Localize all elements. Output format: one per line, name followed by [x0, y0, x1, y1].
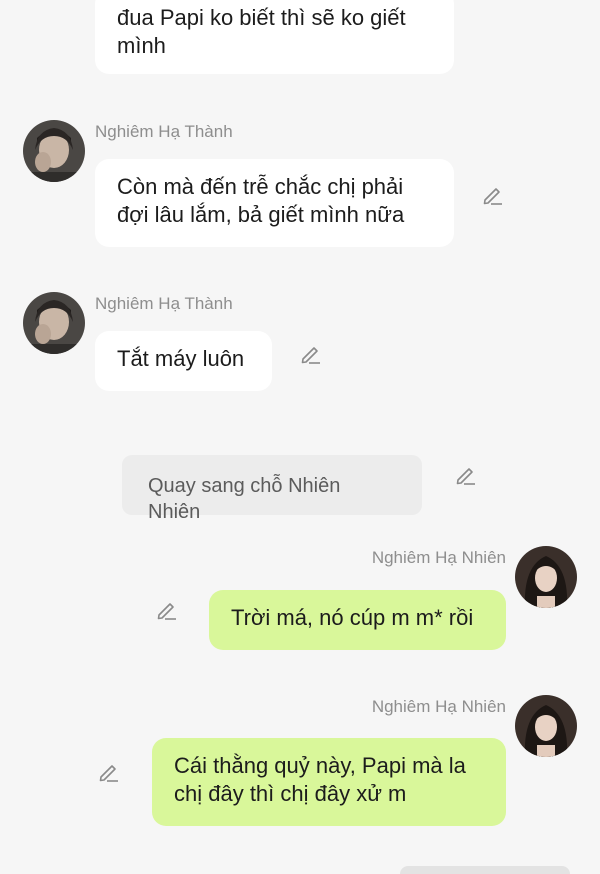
- pencil-edit-icon[interactable]: [454, 463, 478, 487]
- message-text: Trời má, nó cúp m m* rồi: [231, 605, 474, 630]
- pencil-edit-icon[interactable]: [97, 760, 121, 784]
- bottom-panel-edge: [400, 866, 570, 874]
- avatar-icon: [23, 120, 85, 182]
- pencil-edit-icon[interactable]: [481, 183, 505, 207]
- avatar-icon: [23, 292, 85, 354]
- sender-name: Nghiêm Hạ Nhiên: [371, 697, 506, 716]
- message-bubble[interactable]: Còn mà đến trễ chắc chị phải đợi lâu lắm…: [95, 159, 454, 247]
- message-text: đua Papi ko biết thì sẽ ko giết mình: [117, 5, 406, 58]
- message-bubble[interactable]: Cái thằng quỷ này, Papi mà la chị đây th…: [152, 738, 506, 826]
- avatar[interactable]: [23, 292, 85, 354]
- message-bubble[interactable]: Tắt máy luôn: [95, 331, 272, 391]
- narration-bubble[interactable]: Quay sang chỗ Nhiên Nhiên: [122, 455, 422, 523]
- message-bubble[interactable]: Trời má, nó cúp m m* rồi: [209, 590, 506, 650]
- sender-name: Nghiêm Hạ Nhiên: [371, 548, 506, 567]
- avatar[interactable]: [515, 546, 577, 608]
- avatar-icon: [515, 546, 577, 608]
- sender-name: Nghiêm Hạ Thành: [95, 294, 233, 313]
- narration-text: Quay sang chỗ Nhiên Nhiên: [148, 475, 341, 523]
- avatar-icon: [515, 695, 577, 757]
- avatar[interactable]: [515, 695, 577, 757]
- message-bubble[interactable]: đua Papi ko biết thì sẽ ko giết mình: [95, 0, 454, 74]
- sender-name: Nghiêm Hạ Thành: [95, 122, 233, 141]
- avatar[interactable]: [23, 120, 85, 182]
- message-text: Cái thằng quỷ này, Papi mà la chị đây th…: [174, 753, 466, 806]
- pencil-edit-icon[interactable]: [299, 342, 323, 366]
- pencil-edit-icon[interactable]: [155, 598, 179, 622]
- message-text: Còn mà đến trễ chắc chị phải đợi lâu lắm…: [117, 174, 405, 227]
- message-text: Tắt máy luôn: [117, 346, 245, 371]
